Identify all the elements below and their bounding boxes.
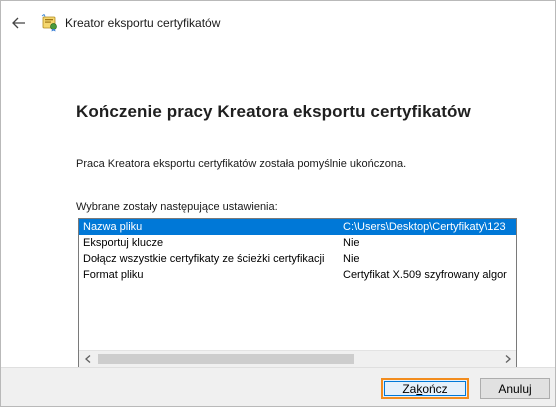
setting-name: Format pliku	[83, 269, 144, 281]
setting-value: Nie	[343, 237, 360, 249]
cancel-button[interactable]: Anuluj	[480, 378, 550, 399]
finish-button[interactable]: Za k ończ	[381, 378, 469, 399]
list-item[interactable]: Eksportuj klucze Nie	[79, 235, 516, 251]
settings-rows: Nazwa pliku C:\Users\Desktop\Certyfikaty…	[79, 219, 516, 283]
title-bar: Kreator eksportu certyfikatów	[1, 1, 555, 45]
chevron-right-icon	[505, 355, 511, 363]
horizontal-scrollbar[interactable]	[79, 350, 516, 367]
completion-message: Praca Kreatora eksportu certyfikatów zos…	[76, 158, 407, 170]
settings-listbox[interactable]: Nazwa pliku C:\Users\Desktop\Certyfikaty…	[78, 218, 517, 368]
chevron-left-icon	[84, 355, 90, 363]
settings-label: Wybrane zostały następujące ustawienia:	[76, 201, 278, 213]
window-title: Kreator eksportu certyfikatów	[65, 16, 221, 30]
page-heading: Kończenie pracy Kreatora eksportu certyf…	[76, 102, 471, 121]
list-item[interactable]: Dołącz wszystkie certyfikaty ze ścieżki …	[79, 251, 516, 267]
finish-button-label: Za k ończ	[384, 381, 466, 396]
setting-name: Dołącz wszystkie certyfikaty ze ścieżki …	[83, 253, 325, 265]
setting-name: Nazwa pliku	[83, 221, 143, 233]
certificate-wizard-icon	[41, 14, 59, 32]
back-button[interactable]	[5, 9, 33, 37]
setting-value: C:\Users\Desktop\Certyfikaty\123	[343, 221, 506, 233]
setting-value: Nie	[343, 253, 360, 265]
setting-value: Certyfikat X.509 szyfrowany algor	[343, 269, 507, 281]
list-item[interactable]: Nazwa pliku C:\Users\Desktop\Certyfikaty…	[79, 219, 516, 235]
scrollbar-thumb[interactable]	[98, 354, 354, 364]
button-bar: Za k ończ Anuluj	[1, 367, 555, 406]
setting-name: Eksportuj klucze	[83, 237, 164, 249]
list-item[interactable]: Format pliku Certyfikat X.509 szyfrowany…	[79, 267, 516, 283]
scroll-right-button[interactable]	[499, 351, 516, 367]
wizard-window: Kreator eksportu certyfikatów Kończenie …	[0, 0, 556, 407]
back-arrow-icon	[12, 17, 25, 29]
scroll-left-button[interactable]	[79, 351, 96, 367]
